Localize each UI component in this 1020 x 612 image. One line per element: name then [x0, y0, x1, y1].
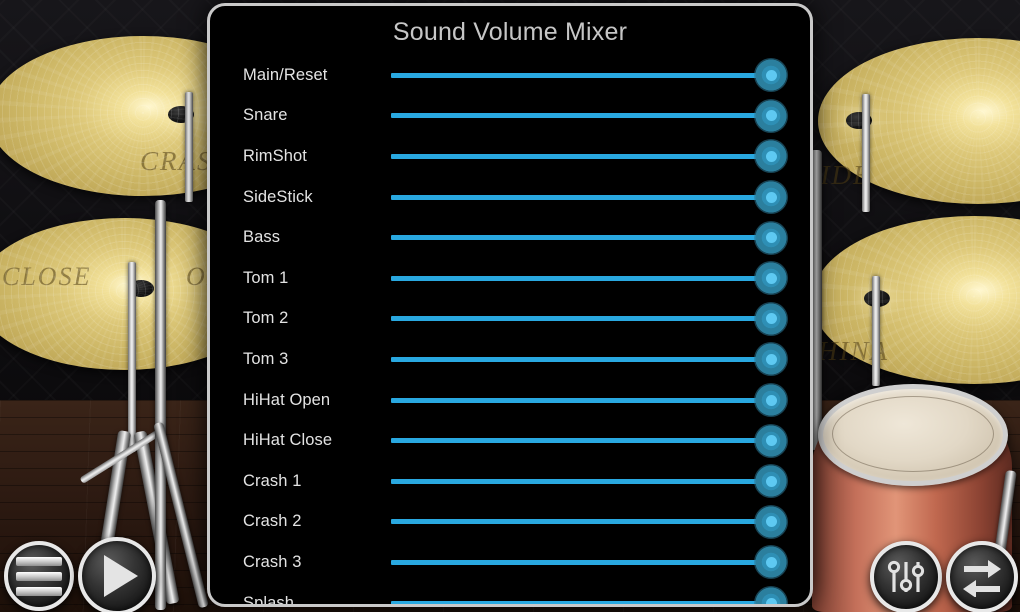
slider-track[interactable] [391, 478, 765, 484]
mixer-row-label: Main/Reset [243, 65, 328, 84]
mixer-row-label: SideStick [243, 187, 313, 206]
slider-track[interactable] [391, 559, 765, 565]
slider-knob[interactable] [754, 545, 788, 580]
hamburger-icon [16, 556, 62, 596]
volume-slider[interactable] [370, 96, 798, 136]
mixer-row: SideStick [210, 177, 810, 218]
volume-slider[interactable] [370, 421, 798, 461]
slider-knob[interactable] [754, 261, 788, 296]
sound-volume-mixer-dialog: Sound Volume Mixer Main/Reset Snare RimSho… [207, 3, 813, 607]
mixer-row: Crash 1 [210, 461, 810, 502]
slider-knob[interactable] [754, 383, 788, 418]
swap-arrows-icon [963, 560, 1001, 597]
volume-slider[interactable] [370, 218, 798, 258]
slider-track[interactable] [391, 316, 765, 322]
mixer-slider-list: Main/Reset Snare RimShot SideStick Bass Tom 1… [210, 55, 810, 607]
page-title: Sound Volume Mixer [392, 18, 628, 46]
mixer-row-label: HiHat Open [243, 390, 331, 409]
slider-knob[interactable] [754, 586, 788, 604]
mixer-row: RimShot [210, 136, 810, 177]
menu-button[interactable] [4, 541, 74, 611]
mixer-row-label: Crash 2 [243, 512, 302, 531]
mixer-row-label: Crash 3 [243, 552, 302, 571]
hihat-stand-rod [128, 262, 136, 452]
slider-knob[interactable] [754, 139, 788, 174]
volume-slider[interactable] [370, 339, 798, 379]
mixer-row-label: RimShot [243, 146, 307, 165]
floor-tom-head [818, 384, 1008, 486]
cymbal-label-close: CLOSE [2, 262, 92, 291]
mixer-row-label: Tom 1 [243, 268, 289, 287]
mixer-row: HiHat Close [210, 420, 810, 461]
volume-slider[interactable] [370, 299, 798, 339]
slider-track[interactable] [391, 600, 765, 604]
mixer-row: Tom 1 [210, 258, 810, 299]
play-icon [103, 555, 138, 597]
play-button[interactable] [78, 537, 156, 612]
slider-knob[interactable] [754, 342, 788, 377]
cymbal-stand-rod [862, 94, 870, 212]
swap-button[interactable] [946, 541, 1018, 612]
slider-knob[interactable] [754, 98, 788, 133]
mixer-row-label: Bass [243, 228, 281, 247]
slider-track[interactable] [391, 113, 765, 119]
mixer-row-label: Snare [243, 106, 288, 125]
cymbal-stand-rod [872, 276, 880, 386]
volume-slider[interactable] [370, 502, 798, 542]
volume-slider[interactable] [370, 258, 798, 298]
slider-track[interactable] [391, 194, 765, 200]
slider-knob[interactable] [754, 180, 788, 215]
volume-slider[interactable] [370, 583, 798, 604]
slider-track[interactable] [391, 397, 765, 403]
volume-slider[interactable] [370, 461, 798, 501]
slider-knob[interactable] [754, 220, 788, 255]
volume-slider[interactable] [370, 380, 798, 420]
mixer-row: Crash 3 [210, 542, 810, 583]
sliders-icon [887, 560, 925, 592]
volume-slider[interactable] [370, 55, 798, 95]
volume-slider[interactable] [370, 542, 798, 582]
slider-track[interactable] [391, 275, 765, 281]
boom-stand [155, 200, 166, 610]
slider-track[interactable] [391, 519, 765, 525]
mixer-row-label: Tom 3 [243, 349, 289, 368]
cymbal-stand-rod [185, 92, 193, 202]
mixer-row: Crash 2 [210, 502, 810, 543]
slider-track[interactable] [391, 235, 765, 241]
slider-track[interactable] [391, 356, 765, 362]
slider-knob[interactable] [754, 504, 788, 539]
mixer-button[interactable] [870, 541, 942, 612]
slider-knob[interactable] [754, 301, 788, 336]
mixer-row: HiHat Open [210, 380, 810, 421]
slider-knob[interactable] [754, 58, 788, 93]
mixer-row: Splash [210, 583, 810, 607]
slider-knob[interactable] [754, 423, 788, 458]
slider-track[interactable] [391, 72, 765, 78]
mixer-row-label: Splash [243, 593, 295, 607]
mixer-row: Tom 2 [210, 299, 810, 340]
slider-knob[interactable] [754, 464, 788, 499]
mixer-row: Snare [210, 96, 810, 137]
volume-slider[interactable] [370, 177, 798, 217]
mixer-row-label: Tom 2 [243, 309, 289, 328]
mixer-row-label: Crash 1 [243, 471, 302, 490]
slider-track[interactable] [391, 153, 765, 159]
mixer-row: Tom 3 [210, 339, 810, 380]
mixer-row: Bass [210, 217, 810, 258]
mixer-row-label: HiHat Close [243, 431, 333, 450]
slider-track[interactable] [391, 438, 765, 444]
mixer-row: Main/Reset [210, 55, 810, 96]
volume-slider[interactable] [370, 136, 798, 176]
